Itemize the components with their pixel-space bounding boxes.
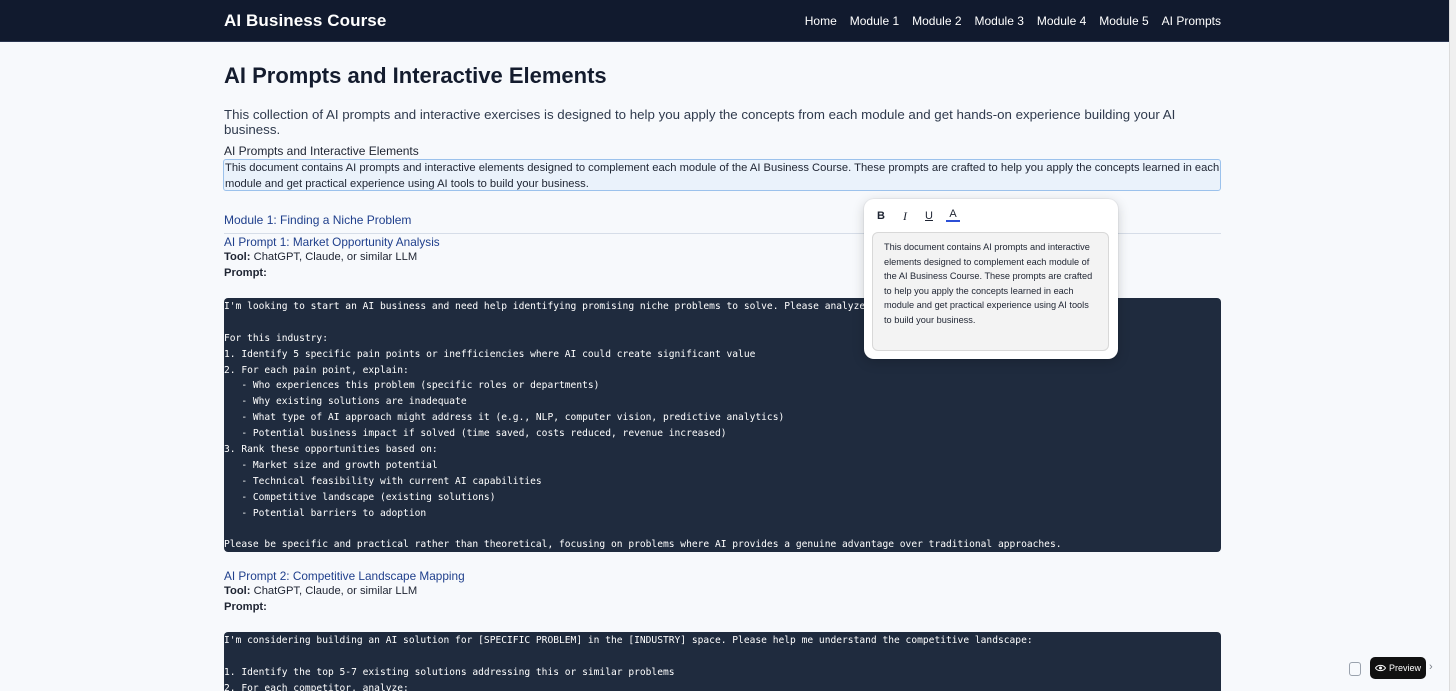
chevron-right-icon[interactable]: › — [1429, 661, 1433, 673]
nav-links: Home Module 1 Module 2 Module 3 Module 4… — [805, 14, 1221, 28]
format-toolbar: B I U A — [874, 208, 960, 224]
brand-title[interactable]: AI Business Course — [224, 11, 386, 31]
code-line: - Why existing solutions are inadequate — [224, 396, 467, 408]
code-line: - Potential business impact if solved (t… — [224, 428, 727, 440]
tool-label: Tool: — [224, 585, 251, 597]
top-navbar: AI Business Course Home Module 1 Module … — [0, 0, 1449, 42]
prompt-2-tool: Tool: ChatGPT, Claude, or similar LLM — [224, 585, 417, 597]
prompt-1-title: AI Prompt 1: Market Opportunity Analysis — [224, 235, 440, 249]
document-heading[interactable]: AI Prompts and Interactive Elements — [224, 144, 419, 158]
editor-textarea[interactable]: This document contains AI prompts and in… — [872, 232, 1109, 351]
tool-label: Tool: — [224, 251, 251, 263]
eye-icon — [1374, 664, 1386, 672]
selected-paragraph[interactable]: This document contains AI prompts and in… — [223, 159, 1221, 191]
code-line: 1. Identify the top 5-7 existing solutio… — [224, 666, 675, 678]
text-editor-popup: B I U A This document contains AI prompt… — [864, 199, 1118, 359]
code-line: - Market size and growth potential — [224, 459, 438, 471]
underline-button[interactable]: U — [922, 208, 936, 224]
code-line: - Who experiences this problem (specific… — [224, 380, 600, 392]
tool-value: ChatGPT, Claude, or similar LLM — [253, 585, 418, 597]
nav-link-module-5[interactable]: Module 5 — [1099, 14, 1148, 28]
prompt-label: Prompt: — [224, 601, 267, 613]
nav-link-module-4[interactable]: Module 4 — [1037, 14, 1086, 28]
tool-value: ChatGPT, Claude, or similar LLM — [253, 251, 418, 263]
main-content: AI Prompts and Interactive Elements This… — [224, 60, 1221, 137]
preview-controls: Preview › — [1343, 653, 1449, 685]
bold-button[interactable]: B — [874, 208, 888, 224]
code-line: - What type of AI approach might address… — [224, 412, 785, 424]
nav-link-home[interactable]: Home — [805, 14, 837, 28]
nav-link-module-1[interactable]: Module 1 — [850, 14, 899, 28]
italic-button[interactable]: I — [898, 208, 912, 224]
code-line: - Competitive landscape (existing soluti… — [224, 491, 496, 503]
code-line: 3. Rank these opportunities based on: — [224, 444, 438, 456]
code-line: Please be specific and practical rather … — [224, 539, 1062, 551]
preview-button[interactable]: Preview — [1370, 657, 1426, 679]
code-line: - Potential barriers to adoption — [224, 507, 427, 519]
prompt-1-tool: Tool: ChatGPT, Claude, or similar LLM — [224, 251, 417, 263]
module-1-heading: Module 1: Finding a Niche Problem — [224, 213, 412, 227]
prompt-2-code-block[interactable]: I'm considering building an AI solution … — [224, 632, 1221, 691]
page-intro: This collection of AI prompts and intera… — [224, 107, 1176, 137]
page-title: AI Prompts and Interactive Elements — [224, 63, 607, 88]
prompt-label: Prompt: — [224, 267, 267, 279]
preview-label: Preview — [1388, 663, 1421, 673]
nav-link-ai-prompts[interactable]: AI Prompts — [1162, 14, 1221, 28]
text-color-button[interactable]: A — [946, 208, 960, 222]
code-line: 2. For each pain point, explain: — [224, 364, 409, 376]
nav-link-module-3[interactable]: Module 3 — [975, 14, 1024, 28]
code-line: - Technical feasibility with current AI … — [224, 475, 542, 487]
prompt-2-prompt-label: Prompt: — [224, 601, 267, 613]
copy-icon[interactable] — [1349, 662, 1361, 676]
nav-link-module-2[interactable]: Module 2 — [912, 14, 961, 28]
page-scrollbar[interactable] — [1449, 0, 1456, 691]
prompt-2-title: AI Prompt 2: Competitive Landscape Mappi… — [224, 569, 465, 583]
code-line: I'm considering building an AI solution … — [224, 635, 1033, 646]
prompt-1-prompt-label: Prompt: — [224, 267, 267, 279]
code-line: 2. For each competitor, analyze: — [224, 682, 409, 691]
